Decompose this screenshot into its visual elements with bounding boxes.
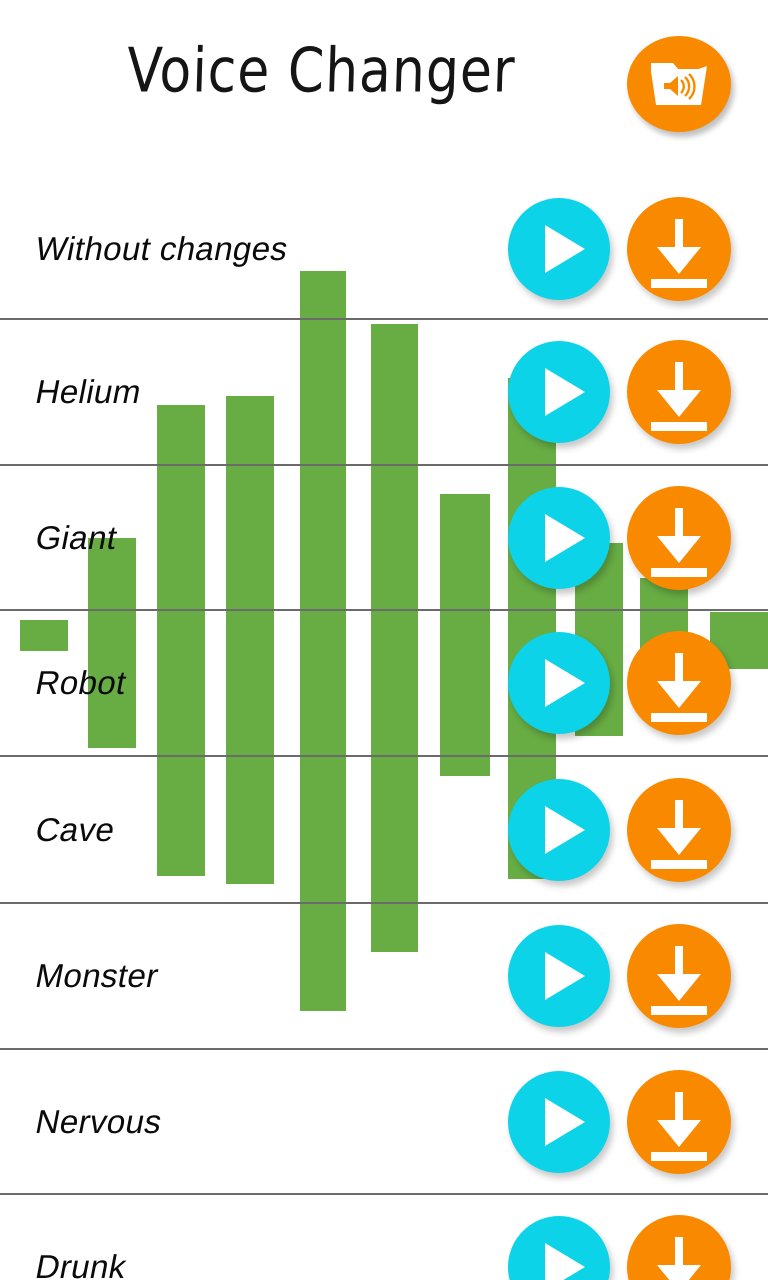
play-icon: [545, 1097, 585, 1146]
play-icon: [545, 659, 585, 707]
list-item[interactable]: Giant: [0, 466, 768, 611]
list-item[interactable]: Without changes: [0, 180, 768, 320]
voice-changer-app: Voice Changer Without changes Helium Giant…: [0, 0, 768, 1280]
list-item[interactable]: Cave: [0, 757, 768, 904]
download-icon-head: [657, 247, 701, 274]
play-icon: [545, 805, 585, 854]
download-button-without-changes[interactable]: [627, 197, 731, 301]
download-button-robot[interactable]: [627, 631, 731, 735]
download-icon-head: [657, 535, 701, 563]
effect-label-giant: Giant: [32, 518, 121, 556]
download-button-drunk[interactable]: [627, 1214, 731, 1280]
list-item[interactable]: Monster: [0, 904, 768, 1050]
play-button-robot[interactable]: [508, 632, 610, 734]
effect-label-robot: Robot: [32, 664, 130, 701]
download-icon-head: [657, 390, 701, 417]
download-button-monster[interactable]: [627, 924, 731, 1028]
download-button-helium[interactable]: [627, 340, 731, 444]
app-header: Voice Changer: [0, 0, 768, 180]
play-icon: [545, 225, 585, 273]
download-icon-base: [651, 422, 707, 431]
voice-effect-list: Without changes Helium Giant Robot Cave Monst…: [0, 0, 768, 1280]
download-button-nervous[interactable]: [627, 1069, 731, 1174]
list-item[interactable]: Robot: [0, 611, 768, 757]
effect-label-drunk: Drunk: [32, 1247, 130, 1280]
effect-label-nervous: Nervous: [32, 1102, 166, 1140]
download-icon-head: [657, 1264, 701, 1280]
play-icon: [545, 1242, 585, 1280]
folder-sound-icon-button[interactable]: [627, 36, 731, 132]
folder-sound-icon: [651, 63, 707, 105]
download-icon-head: [657, 681, 701, 708]
download-icon-base: [651, 279, 707, 288]
list-item[interactable]: Drunk: [0, 1195, 768, 1280]
list-item[interactable]: Helium: [0, 320, 768, 466]
download-icon-head: [657, 1119, 701, 1147]
download-icon-base: [651, 859, 707, 869]
effect-label-without-changes: Without changes: [32, 230, 292, 267]
download-icon-base: [651, 567, 707, 577]
play-button-drunk[interactable]: [508, 1215, 610, 1280]
download-button-cave[interactable]: [627, 777, 731, 882]
play-button-cave[interactable]: [508, 778, 610, 881]
effect-label-helium: Helium: [32, 373, 145, 410]
play-button-without-changes[interactable]: [508, 198, 610, 300]
list-item[interactable]: Nervous: [0, 1050, 768, 1195]
play-icon: [545, 513, 585, 562]
download-icon-head: [657, 974, 701, 1001]
play-button-giant[interactable]: [508, 486, 610, 589]
play-icon: [545, 368, 585, 416]
download-icon-base: [651, 713, 707, 722]
play-button-monster[interactable]: [508, 925, 610, 1027]
download-icon-base: [651, 1151, 707, 1161]
page-title: Voice Changer: [125, 36, 517, 107]
play-button-nervous[interactable]: [508, 1070, 610, 1173]
download-icon-base: [651, 1006, 707, 1015]
download-button-giant[interactable]: [627, 485, 731, 590]
effect-label-monster: Monster: [32, 957, 162, 994]
download-icon-head: [657, 827, 701, 855]
play-icon: [545, 952, 585, 1000]
play-button-helium[interactable]: [508, 341, 610, 443]
effect-label-cave: Cave: [32, 810, 119, 848]
